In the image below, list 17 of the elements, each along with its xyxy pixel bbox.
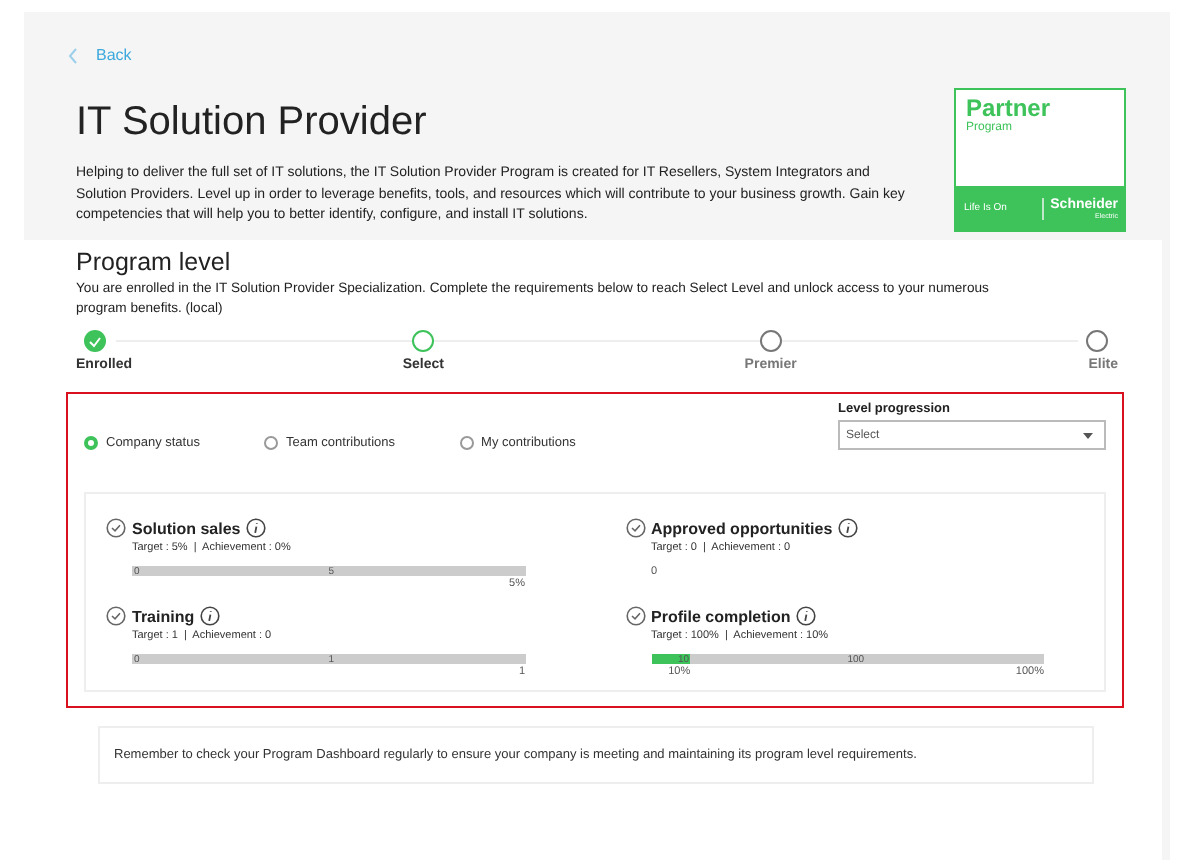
metric-title: Profile completion <box>651 607 791 625</box>
logo-title: Partner <box>966 96 1053 122</box>
check-circle-icon <box>106 518 126 538</box>
info-icon[interactable] <box>796 606 817 626</box>
section-title: Program level <box>76 248 233 276</box>
page-title: IT Solution Provider <box>76 100 429 146</box>
metric-title: Solution sales <box>132 519 241 537</box>
info-icon[interactable] <box>200 606 221 626</box>
caret-icon <box>1082 431 1094 439</box>
check-circle-icon <box>106 606 126 626</box>
back-icon <box>68 47 78 63</box>
metric-title: Approved opportunities <box>651 519 833 537</box>
metric-title: Training <box>132 607 195 625</box>
check-circle-icon <box>625 518 645 538</box>
info-icon[interactable] <box>838 518 859 538</box>
check-circle-icon <box>625 606 645 626</box>
info-icon[interactable] <box>246 518 267 538</box>
